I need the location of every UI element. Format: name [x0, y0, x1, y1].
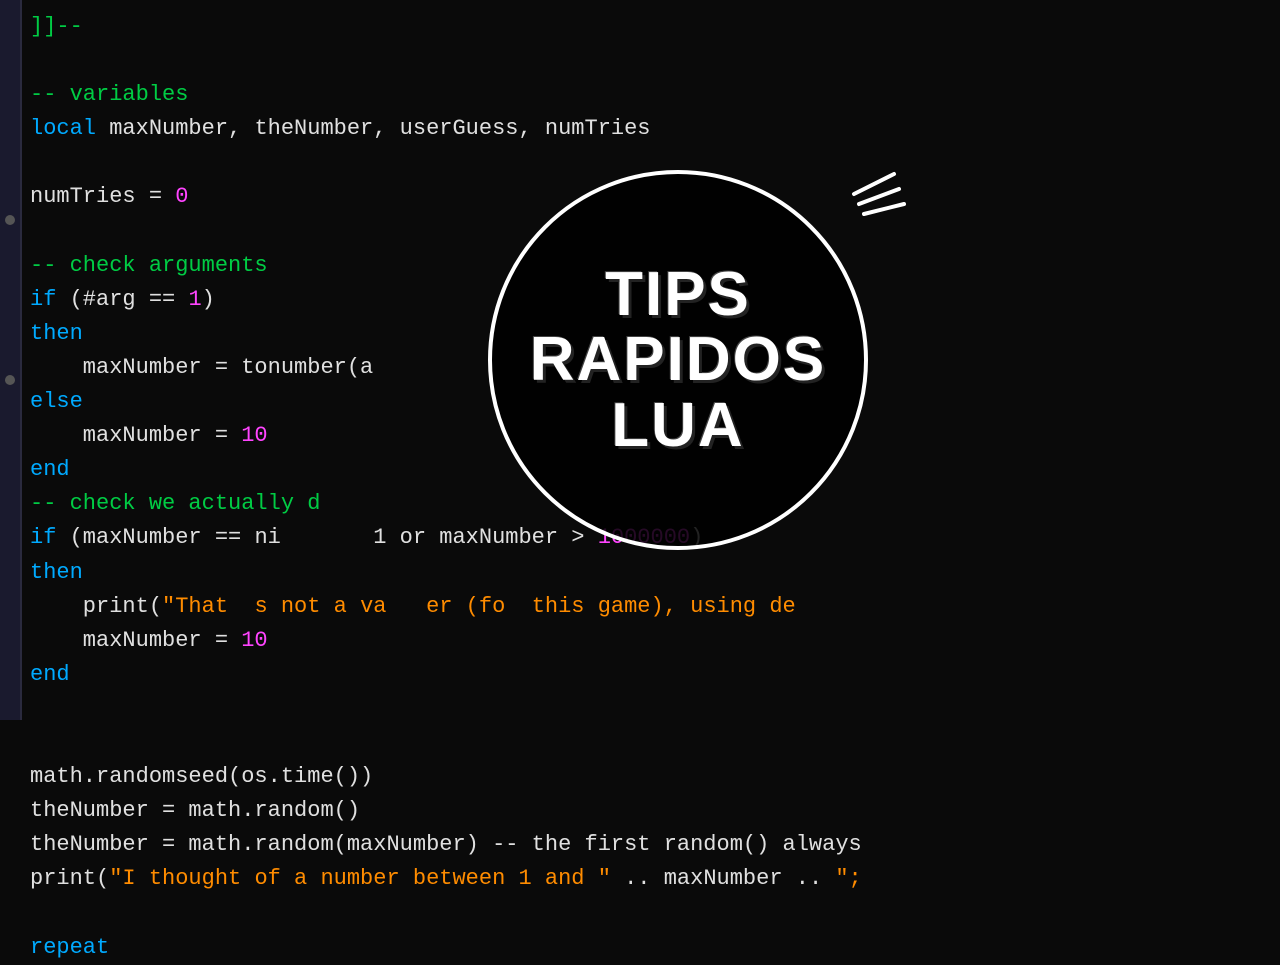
logo-tips: TIPS [605, 262, 751, 327]
code-line: -- variables [30, 78, 1260, 112]
code-line: local maxNumber, theNumber, userGuess, n… [30, 112, 1260, 146]
code-line [30, 692, 1260, 726]
logo-overlay: TIPS RAPIDOS LUA [488, 170, 868, 550]
logo-rapidos: RAPIDOS [530, 327, 826, 392]
code-line: repeat [30, 931, 1260, 965]
code-line: math.randomseed(os.time()) [30, 760, 1260, 794]
code-line: theNumber = math.random(maxNumber) -- th… [30, 828, 1260, 862]
logo-lua: LUA [611, 393, 744, 458]
line-bullet [5, 375, 15, 385]
code-line [30, 44, 1260, 78]
sidebar-strip [0, 0, 22, 720]
code-line: end [30, 658, 1260, 692]
sparkle-icon [844, 164, 914, 224]
line-bullet [5, 215, 15, 225]
code-line: print("That s not a va er (fo this game)… [30, 590, 1260, 624]
code-line: theNumber = math.random() [30, 794, 1260, 828]
code-line [30, 726, 1260, 760]
code-line: ]]-- [30, 10, 1260, 44]
code-line: maxNumber = 10 [30, 624, 1260, 658]
code-line: print("I thought of a number between 1 a… [30, 862, 1260, 896]
code-line: then [30, 556, 1260, 590]
code-line [30, 896, 1260, 930]
